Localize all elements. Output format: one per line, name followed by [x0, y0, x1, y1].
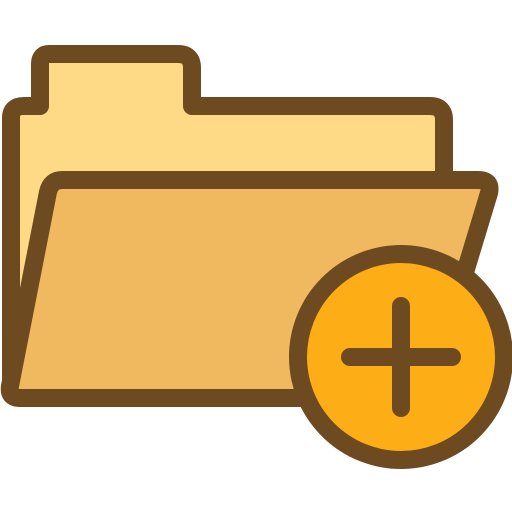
add-folder-icon	[0, 45, 512, 469]
add-folder-icon-canvas	[0, 0, 512, 512]
